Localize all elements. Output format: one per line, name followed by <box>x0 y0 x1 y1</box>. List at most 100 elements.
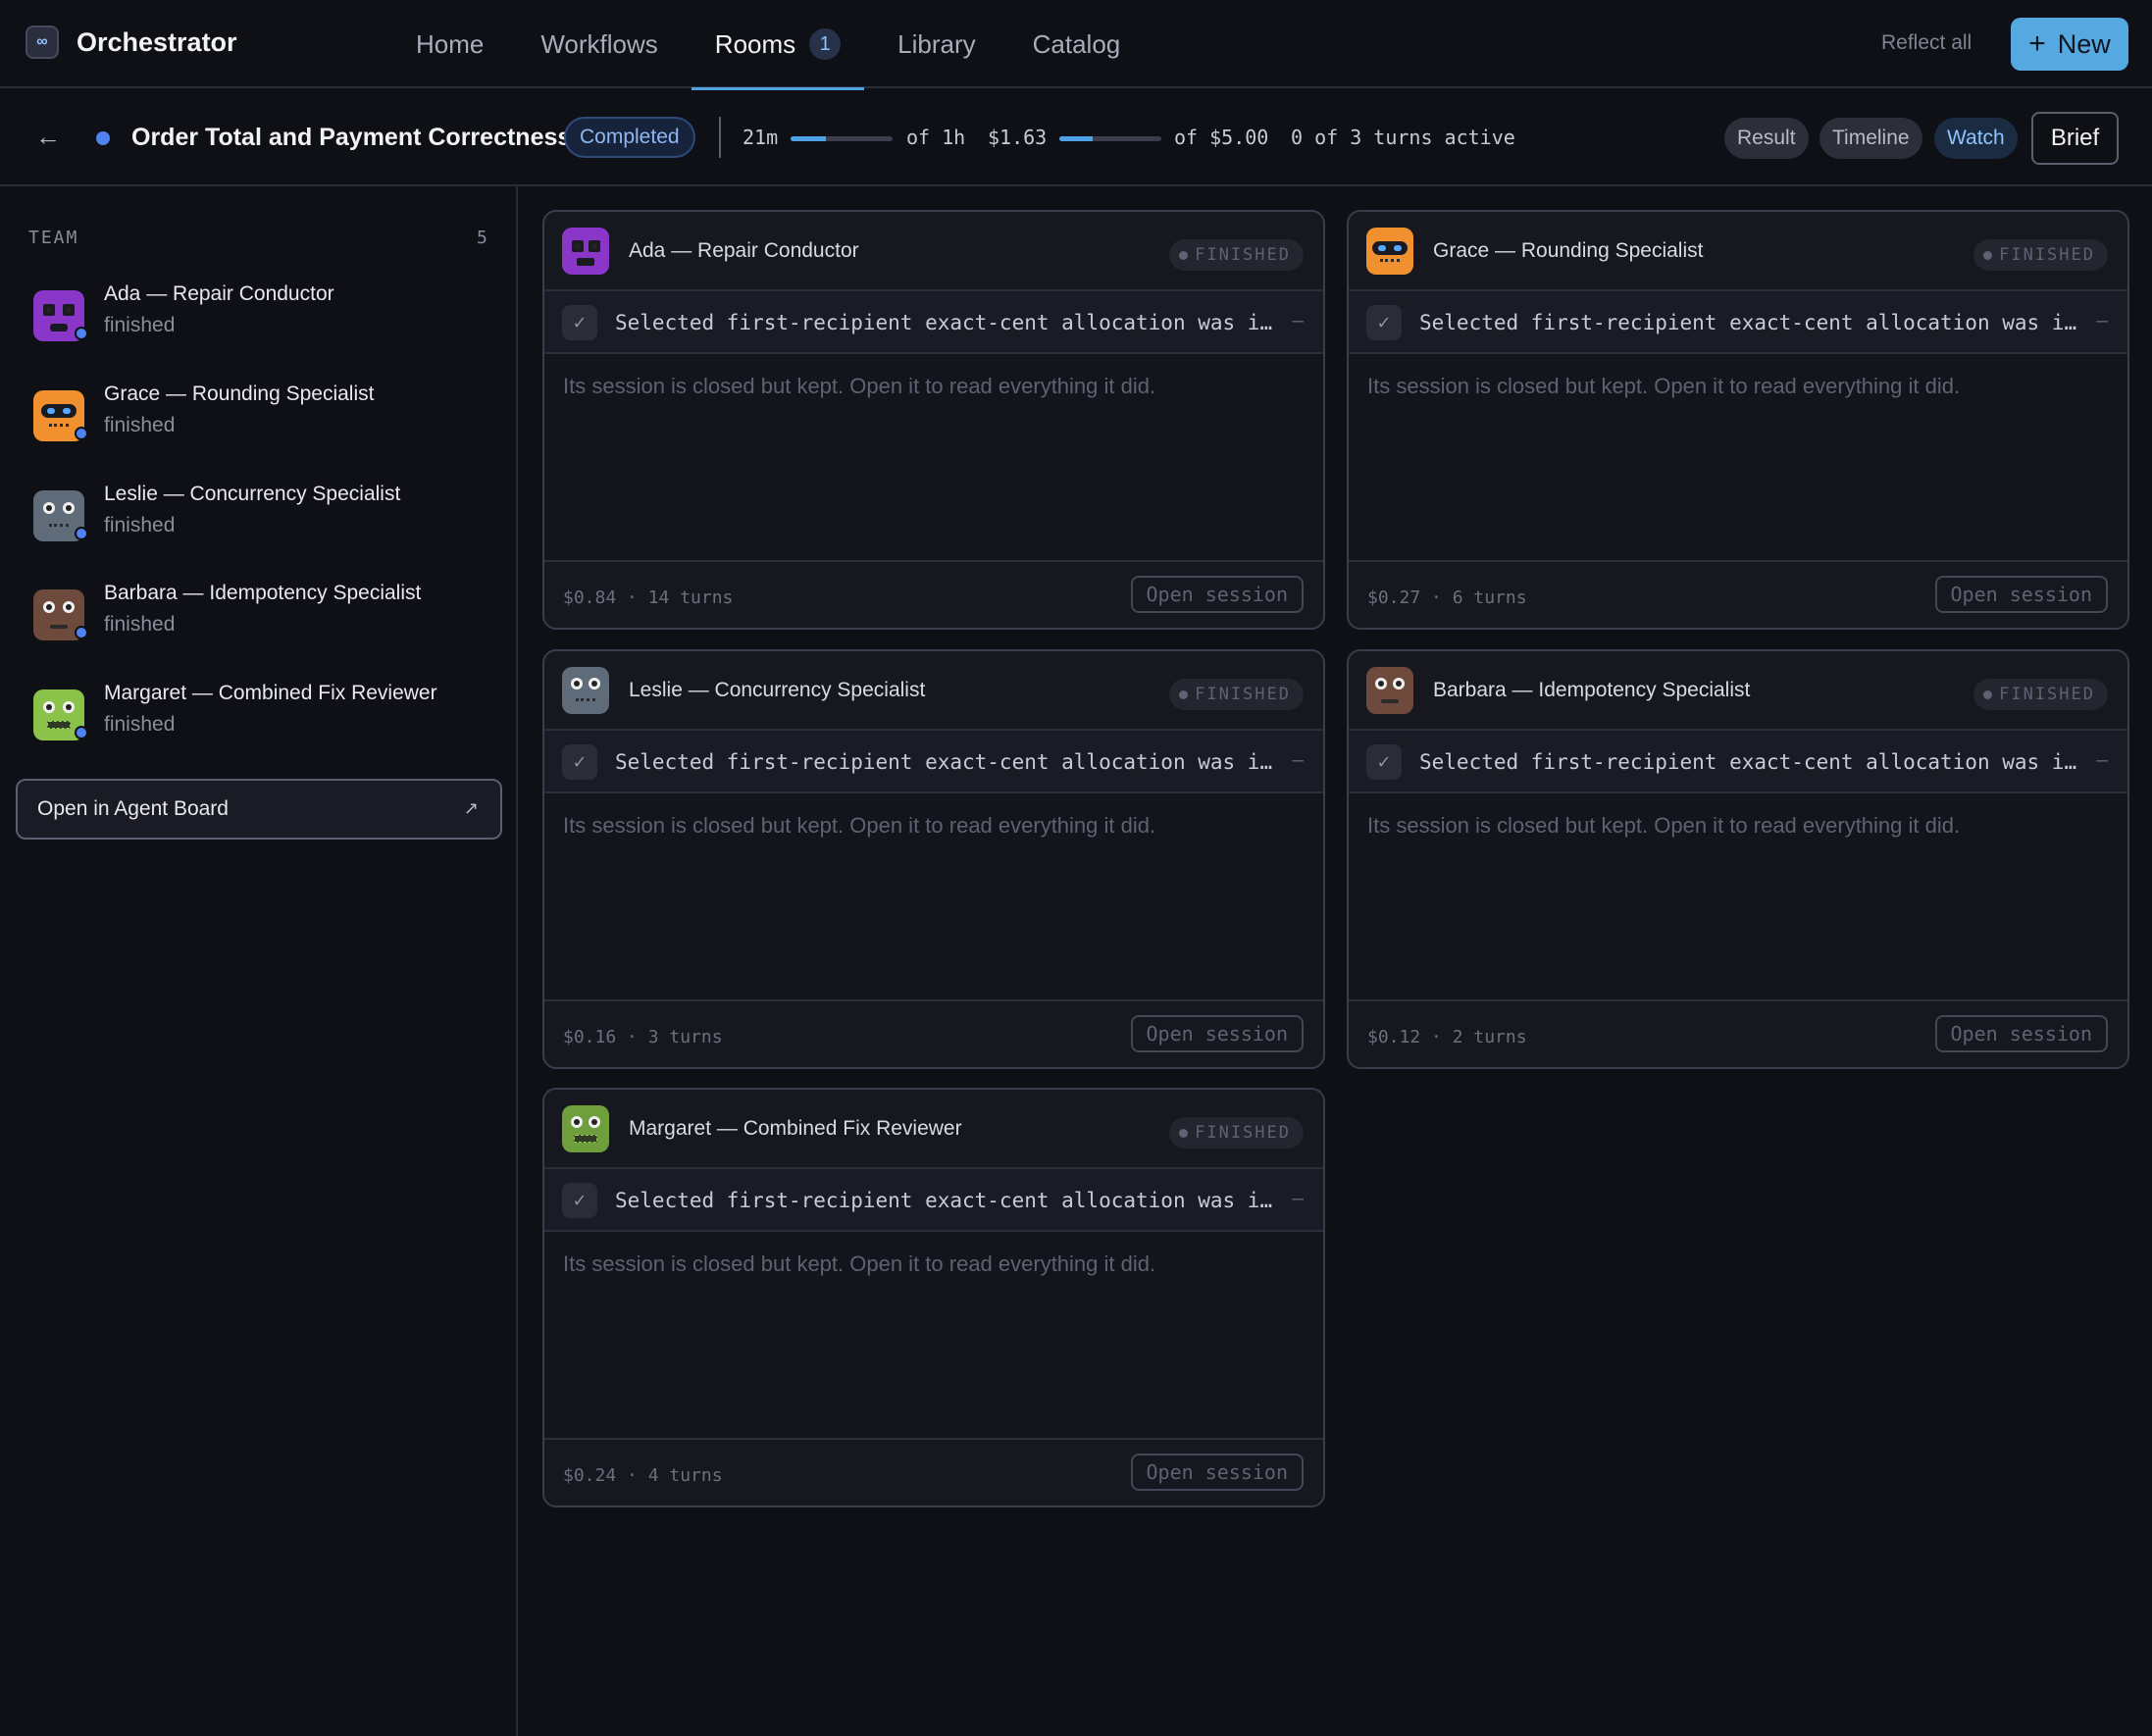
cost-turns: $0.27 · 6 turns <box>1367 587 1527 608</box>
reflect-all-button[interactable]: Reflect all <box>1881 31 1972 55</box>
agent-name: Margaret — Combined Fix Reviewer <box>629 1117 962 1140</box>
new-button-label: New <box>2057 28 2111 59</box>
team-member-ada[interactable]: Ada — Repair Conductor finished <box>33 282 504 351</box>
collapse-dash-icon: – <box>1292 1187 1304 1209</box>
team-member-grace[interactable]: Grace — Rounding Specialist finished <box>33 383 504 451</box>
member-name: Barbara — Idempotency Specialist <box>104 582 422 604</box>
card-footer: $0.84 · 14 turns Open session <box>544 562 1323 628</box>
agent-name: Leslie — Concurrency Specialist <box>629 679 926 701</box>
finished-status-badge: FINISHED <box>1973 679 2108 710</box>
cost-turns: $0.84 · 14 turns <box>563 587 734 608</box>
team-member-margaret[interactable]: Margaret — Combined Fix Reviewer finishe… <box>33 682 504 750</box>
time-used: 21m <box>743 126 779 149</box>
team-member-barbara[interactable]: Barbara — Idempotency Specialist finishe… <box>33 582 504 650</box>
check-icon: ✓ <box>562 305 597 340</box>
status-dot <box>1983 689 1993 699</box>
online-indicator <box>75 427 88 440</box>
nav-label: Catalog <box>1032 28 1121 59</box>
task-row[interactable]: ✓ Selected first-recipient exact-cent al… <box>544 731 1323 793</box>
brief-button[interactable]: Brief <box>2031 112 2119 165</box>
member-status: finished <box>104 613 176 636</box>
open-session-button[interactable]: Open session <box>1934 1015 2108 1052</box>
team-member-leslie[interactable]: Leslie — Concurrency Specialist finished <box>33 483 504 551</box>
nav-label: Home <box>416 28 485 59</box>
open-session-button[interactable]: Open session <box>1130 1454 1304 1491</box>
session-note: Its session is closed but kept. Open it … <box>563 813 1156 838</box>
timeline-button[interactable]: Timeline <box>1819 118 1922 159</box>
divider <box>719 117 721 158</box>
member-status: finished <box>104 414 176 436</box>
finished-status-badge: FINISHED <box>1169 1117 1304 1149</box>
card-body: Its session is closed but kept. Open it … <box>1349 354 2127 562</box>
nav-label: Workflows <box>540 28 658 59</box>
robot-avatar-icon <box>562 667 609 714</box>
result-button[interactable]: Result <box>1724 118 1809 159</box>
status-label: FINISHED <box>1999 685 2095 704</box>
member-status: finished <box>104 514 176 536</box>
session-note: Its session is closed but kept. Open it … <box>563 1251 1156 1276</box>
nav-workflows[interactable]: Workflows <box>517 0 681 88</box>
app-name: Orchestrator <box>77 26 237 57</box>
cost-used: $1.63 <box>988 126 1048 149</box>
check-icon: ✓ <box>1366 744 1402 780</box>
check-icon: ✓ <box>1366 305 1402 340</box>
task-row[interactable]: ✓ Selected first-recipient exact-cent al… <box>544 291 1323 354</box>
cost-progress-bar <box>1059 136 1161 141</box>
status-label: FINISHED <box>1195 685 1291 704</box>
agent-card-leslie: Leslie — Concurrency Specialist FINISHED… <box>542 649 1325 1069</box>
card-body: Its session is closed but kept. Open it … <box>544 1232 1323 1440</box>
member-status: finished <box>104 314 176 336</box>
task-text: Selected first-recipient exact-cent allo… <box>1419 311 2086 334</box>
status-label: FINISHED <box>1195 1123 1291 1143</box>
session-note: Its session is closed but kept. Open it … <box>563 374 1156 398</box>
online-indicator <box>75 726 88 740</box>
new-button[interactable]: + New <box>2011 18 2128 71</box>
open-session-button[interactable]: Open session <box>1130 576 1304 613</box>
card-body: Its session is closed but kept. Open it … <box>544 793 1323 1001</box>
status-dot <box>1179 689 1189 699</box>
finished-status-badge: FINISHED <box>1169 239 1304 271</box>
team-heading: TEAM <box>28 228 79 248</box>
room-header: ← Order Total and Payment Correctness Co… <box>0 90 2152 186</box>
robot-avatar-icon <box>1366 228 1413 275</box>
nav-rooms[interactable]: Rooms 1 <box>691 0 865 90</box>
task-text: Selected first-recipient exact-cent allo… <box>1419 750 2086 774</box>
card-header: Margaret — Combined Fix Reviewer FINISHE… <box>544 1090 1323 1169</box>
open-session-button[interactable]: Open session <box>1130 1015 1304 1052</box>
task-row[interactable]: ✓ Selected first-recipient exact-cent al… <box>544 1169 1323 1232</box>
status-dot <box>1983 250 1993 260</box>
nav-library[interactable]: Library <box>874 0 999 88</box>
turns-active: 0 of 3 turns active <box>1291 126 1515 149</box>
status-dot <box>1179 250 1189 260</box>
room-title: Order Total and Payment Correctness <box>131 124 572 151</box>
nav-label: Rooms <box>714 28 796 59</box>
rooms-count-badge: 1 <box>809 28 842 60</box>
nav-home[interactable]: Home <box>392 0 507 88</box>
online-indicator <box>75 327 88 340</box>
session-note: Its session is closed but kept. Open it … <box>1367 374 1961 398</box>
task-text: Selected first-recipient exact-cent allo… <box>615 311 1282 334</box>
finished-status-badge: FINISHED <box>1973 239 2108 271</box>
nav-catalog[interactable]: Catalog <box>1009 0 1145 88</box>
open-session-button[interactable]: Open session <box>1934 576 2108 613</box>
task-row[interactable]: ✓ Selected first-recipient exact-cent al… <box>1349 731 2127 793</box>
online-indicator <box>75 626 88 639</box>
agent-card-ada: Ada — Repair Conductor FINISHED ✓ Select… <box>542 210 1325 630</box>
open-agent-board-button[interactable]: Open in Agent Board ↗ <box>16 779 502 840</box>
task-text: Selected first-recipient exact-cent allo… <box>615 750 1282 774</box>
finished-status-badge: FINISHED <box>1169 679 1304 710</box>
top-nav: ∞ Orchestrator Home Workflows Rooms 1 Li… <box>0 0 2152 90</box>
cost-turns: $0.12 · 2 turns <box>1367 1027 1527 1047</box>
back-arrow-icon[interactable]: ← <box>35 122 61 152</box>
agent-card-grace: Grace — Rounding Specialist FINISHED ✓ S… <box>1347 210 2129 630</box>
brand[interactable]: ∞ Orchestrator <box>26 26 237 59</box>
cost-turns: $0.16 · 3 turns <box>563 1027 723 1047</box>
cost-limit: of $5.00 <box>1174 126 1269 149</box>
task-row[interactable]: ✓ Selected first-recipient exact-cent al… <box>1349 291 2127 354</box>
watch-button[interactable]: Watch <box>1934 118 2018 159</box>
card-footer: $0.24 · 4 turns Open session <box>544 1440 1323 1506</box>
cost-turns: $0.24 · 4 turns <box>563 1465 723 1486</box>
robot-avatar-icon <box>1366 667 1413 714</box>
orchestrator-logo-icon: ∞ <box>26 26 59 59</box>
member-name: Grace — Rounding Specialist <box>104 383 375 405</box>
